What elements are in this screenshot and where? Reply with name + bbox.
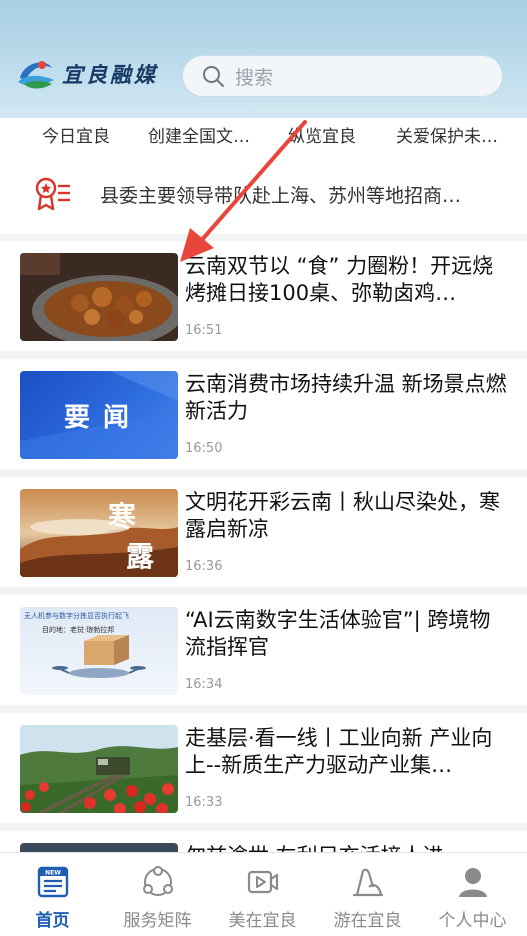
tab-create-national[interactable]: 创建全国文… (148, 122, 250, 147)
app-header: 宜良融媒 搜索 (0, 0, 527, 118)
tabbar-service-matrix[interactable]: 服务矩阵 (105, 865, 210, 931)
category-tabs: 今日宜良 创建全国文… 纵览宜良 关爱保护未… (0, 118, 527, 150)
article-time: 16:51 (185, 323, 223, 338)
user-icon (458, 868, 487, 897)
tab-today-yiliang[interactable]: 今日宜良 (42, 122, 110, 147)
article-time: 16:33 (185, 795, 223, 810)
drone-package-icon (52, 635, 146, 678)
article-time: 16:36 (185, 559, 223, 574)
article-card[interactable]: 要 闻 云南消费市场持续升温 新场景点燃新活力 16:50 (0, 359, 527, 469)
article-time: 16:34 (185, 677, 223, 692)
tabbar-travel-yiliang[interactable]: 游在宜良 (315, 865, 420, 931)
logo-text: 宜良融媒 (62, 62, 158, 87)
tabbar-label: 游在宜良 (333, 911, 402, 931)
search-placeholder: 搜索 (235, 66, 274, 89)
article-card[interactable]: 走基层·看一线丨工业向新 产业向上--新质生产力驱动产业集… 16:33 (0, 713, 527, 823)
notice-text: 县委主要领导带队赴上海、苏州等地招商… (100, 185, 462, 207)
thumbnail-text: 寒 (108, 500, 137, 533)
tabbar-label: 美在宜良 (228, 911, 297, 931)
article-thumbnail (20, 725, 178, 813)
search-bar[interactable]: 搜索 (182, 55, 503, 97)
tabbar-profile[interactable]: 个人中心 (420, 865, 525, 931)
notice-banner[interactable]: 县委主要领导带队赴上海、苏州等地招商… (0, 150, 527, 234)
article-title: 走基层·看一线丨工业向新 产业向上--新质生产力驱动产业集… (185, 726, 493, 777)
article-thumbnail: 无人机参与数字分拣显否执行起飞 目的地：老挝·琅勃拉邦 (20, 607, 178, 695)
app-logo: 宜良融媒 (16, 56, 158, 92)
tabbar-label: 个人中心 (438, 911, 507, 931)
logo-mark-icon (18, 61, 54, 89)
article-thumbnail: 要 闻 (20, 371, 178, 459)
svg-text:NEW: NEW (45, 870, 61, 877)
thumbnail-text: 露 (126, 540, 155, 573)
article-thumbnail (20, 253, 178, 341)
tab-overview-yiliang[interactable]: 纵览宜良 (288, 122, 356, 147)
tabbar-home[interactable]: NEW 首页 (0, 865, 105, 931)
search-icon (203, 66, 224, 87)
article-time: 16:50 (185, 441, 223, 456)
article-title: “AI云南数字生活体验官”| 跨境物流指挥官 (185, 608, 491, 659)
travel-icon (352, 868, 383, 897)
article-title: 云南消费市场持续升温 新场景点燃新活力 (185, 372, 507, 423)
article-title: 文明花开彩云南丨秋山尽染处，寒露启新凉 (185, 490, 500, 541)
tabbar-beauty-yiliang[interactable]: 美在宜良 (210, 865, 315, 931)
article-card[interactable]: 云南双节以 “食” 力圈粉！开远烧烤摊日接100桌、弥勒卤鸡… 16:51 (0, 241, 527, 351)
tabbar-label: 首页 (35, 911, 70, 931)
ribbon-list-icon (35, 177, 70, 211)
service-matrix-icon (142, 866, 173, 896)
bottom-tab-bar: NEW 首页 服务矩阵 美在宜良 游在宜良 个人中心 (0, 852, 527, 936)
article-title: 云南双节以 “食” 力圈粉！开远烧烤摊日接100桌、弥勒卤鸡… (185, 254, 494, 305)
tab-care-protection[interactable]: 关爱保护未… (396, 122, 498, 147)
tabbar-label: 服务矩阵 (123, 911, 192, 931)
thumbnail-text: 要 闻 (64, 403, 132, 433)
article-card[interactable]: 无人机参与数字分拣显否执行起飞 目的地：老挝·琅勃拉邦 “AI云南数字生活体验官… (0, 595, 527, 705)
video-play-icon (247, 870, 278, 894)
news-icon: NEW (37, 866, 68, 898)
article-card[interactable]: 寒 露 文明花开彩云南丨秋山尽染处，寒露启新凉 16:36 (0, 477, 527, 587)
article-thumbnail: 寒 露 (20, 489, 178, 577)
